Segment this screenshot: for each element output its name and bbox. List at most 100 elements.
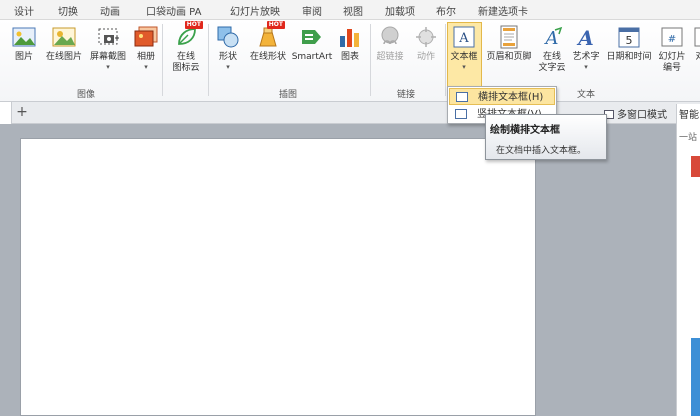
wordart-label: 艺术字 <box>572 52 600 62</box>
slide-number-button[interactable]: # 幻灯片 编号 <box>652 24 692 74</box>
online-icon-label-1: 在线 <box>176 52 195 62</box>
textbox-label: 文本框 <box>450 52 478 62</box>
header-footer-button[interactable]: 页眉和页脚 <box>483 24 535 63</box>
menu-bar: 设计 切换 动画 口袋动画 PA 幻灯片放映 审阅 视图 加载项 布尔 新建选项… <box>0 0 700 20</box>
svg-text:5: 5 <box>626 34 633 47</box>
online-text-label-2: 文字云 <box>538 63 566 73</box>
action-button[interactable]: 动作 <box>406 24 446 63</box>
object-icon <box>693 24 700 50</box>
link-group-label: 链接 <box>396 90 415 100</box>
menu-new-tab[interactable]: 新建选项卡 <box>478 3 528 18</box>
shapes-dropdown-arrow[interactable]: ▾ <box>208 63 248 71</box>
horizontal-textbox-label: 横排文本框(H) <box>478 92 544 103</box>
slide-number-label-1: 幻灯片 <box>658 52 686 62</box>
menu-review[interactable]: 审阅 <box>302 3 322 18</box>
menu-animations[interactable]: 动画 <box>100 3 120 18</box>
header-footer-label: 页眉和页脚 <box>486 52 532 62</box>
smartart-label: SmartArt <box>291 52 333 62</box>
hot-badge: HOT <box>184 21 203 29</box>
svg-text:A: A <box>576 26 594 50</box>
tooltip: 绘制横排文本框 在文档中插入文本框。 <box>485 114 607 160</box>
multi-window-mode-button[interactable]: 多窗口模式 <box>604 106 667 121</box>
smartart-button[interactable]: SmartArt <box>290 24 334 63</box>
online-shapes-icon: HOT <box>255 21 285 50</box>
wordart-icon: A <box>573 24 599 50</box>
menu-transitions[interactable]: 切换 <box>58 3 78 18</box>
album-icon <box>133 24 159 50</box>
add-tab-button[interactable]: + <box>12 104 32 122</box>
menu-addins[interactable]: 加载项 <box>385 3 415 18</box>
online-text-label-1: 在线 <box>542 52 561 62</box>
slide-canvas[interactable] <box>20 138 536 416</box>
online-picture-button[interactable]: 在线图片 <box>42 24 86 63</box>
illustration-group-label: 插图 <box>278 90 297 100</box>
horizontal-textbox-icon <box>456 92 468 102</box>
hyperlink-button[interactable]: 超链接 <box>370 24 410 63</box>
image-group-label: 图像 <box>76 90 95 100</box>
object-label: 对 <box>695 52 700 62</box>
online-picture-icon <box>51 24 77 50</box>
textbox-dropdown-arrow[interactable]: ▾ <box>444 63 484 71</box>
menu-view[interactable]: 视图 <box>343 3 363 18</box>
tab-handle[interactable] <box>0 102 12 124</box>
album-label: 相册 <box>136 52 155 62</box>
side-panel-thumbnail[interactable] <box>691 156 700 416</box>
separator <box>162 24 163 96</box>
menu-pocket-animation[interactable]: 口袋动画 PA <box>146 3 201 18</box>
screenshot-button[interactable]: 屏幕截图 ▾ <box>86 24 130 71</box>
album-button[interactable]: 相册 ▾ <box>126 24 166 71</box>
svg-text:A: A <box>458 31 469 46</box>
shapes-icon <box>215 24 241 50</box>
wordart-button[interactable]: A 艺术字 ▾ <box>566 24 606 71</box>
globe-link-icon <box>377 24 403 50</box>
svg-text:#: # <box>668 34 676 45</box>
picture-button[interactable]: 图片 <box>4 24 44 63</box>
action-label: 动作 <box>416 52 435 62</box>
hyperlink-label: 超链接 <box>376 52 404 62</box>
shapes-button[interactable]: 形状 ▾ <box>208 24 248 71</box>
slide-number-label-2: 编号 <box>662 63 681 73</box>
textbox-button[interactable]: A 文本框 ▾ <box>444 24 484 71</box>
screenshot-dropdown-arrow[interactable]: ▾ <box>86 63 130 71</box>
screenshot-label: 屏幕截图 <box>89 52 126 62</box>
textbox-icon: A <box>451 24 477 50</box>
leaf-icon: HOT <box>173 21 203 50</box>
menu-design[interactable]: 设计 <box>14 3 34 18</box>
text-cloud-icon: A <box>539 24 565 50</box>
horizontal-textbox-item[interactable]: 横排文本框(H) <box>449 88 555 105</box>
hot-badge: HOT <box>266 21 285 29</box>
chart-icon <box>337 24 363 50</box>
tooltip-title: 绘制横排文本框 <box>490 125 560 136</box>
smartart-icon <box>299 24 325 50</box>
side-panel-header: 智能 <box>679 110 699 121</box>
chart-label: 图表 <box>340 52 359 62</box>
multi-window-label: 多窗口模式 <box>617 110 667 121</box>
vertical-textbox-icon <box>455 109 467 119</box>
side-panel-subtitle: 一站 <box>679 133 698 143</box>
datetime-label: 日期和时间 <box>606 52 652 62</box>
action-icon <box>413 24 439 50</box>
text-group-label: 文本 <box>576 90 595 100</box>
album-dropdown-arrow[interactable]: ▾ <box>126 63 166 71</box>
calendar-icon: 5 <box>616 24 642 50</box>
chart-button[interactable]: 图表 <box>330 24 370 63</box>
online-shapes-label: 在线形状 <box>249 52 286 62</box>
ribbon: 图片 在线图片 屏幕截图 ▾ 相册 ▾ 图像 HOT 在线 图标云 形状 ▾ H… <box>0 20 700 102</box>
menu-boolean[interactable]: 布尔 <box>436 3 456 18</box>
online-icon-label-2: 图标云 <box>172 63 200 73</box>
picture-icon <box>11 24 37 50</box>
slide-number-icon: # <box>659 24 685 50</box>
side-panel: 智能 一站 <box>676 104 700 416</box>
online-icon-cloud-button[interactable]: HOT 在线 图标云 <box>166 21 206 74</box>
tooltip-description: 在文档中插入文本框。 <box>496 146 587 156</box>
object-button[interactable]: 对 <box>690 24 700 63</box>
screenshot-icon <box>95 24 121 50</box>
menu-slideshow[interactable]: 幻灯片放映 <box>230 3 280 18</box>
online-picture-label: 在线图片 <box>45 52 82 62</box>
datetime-button[interactable]: 5 日期和时间 <box>603 24 655 63</box>
svg-text:A: A <box>544 28 559 49</box>
online-shapes-button[interactable]: HOT 在线形状 <box>246 21 290 63</box>
picture-label: 图片 <box>14 52 33 62</box>
shapes-label: 形状 <box>218 52 237 62</box>
wordart-dropdown-arrow[interactable]: ▾ <box>566 63 606 71</box>
